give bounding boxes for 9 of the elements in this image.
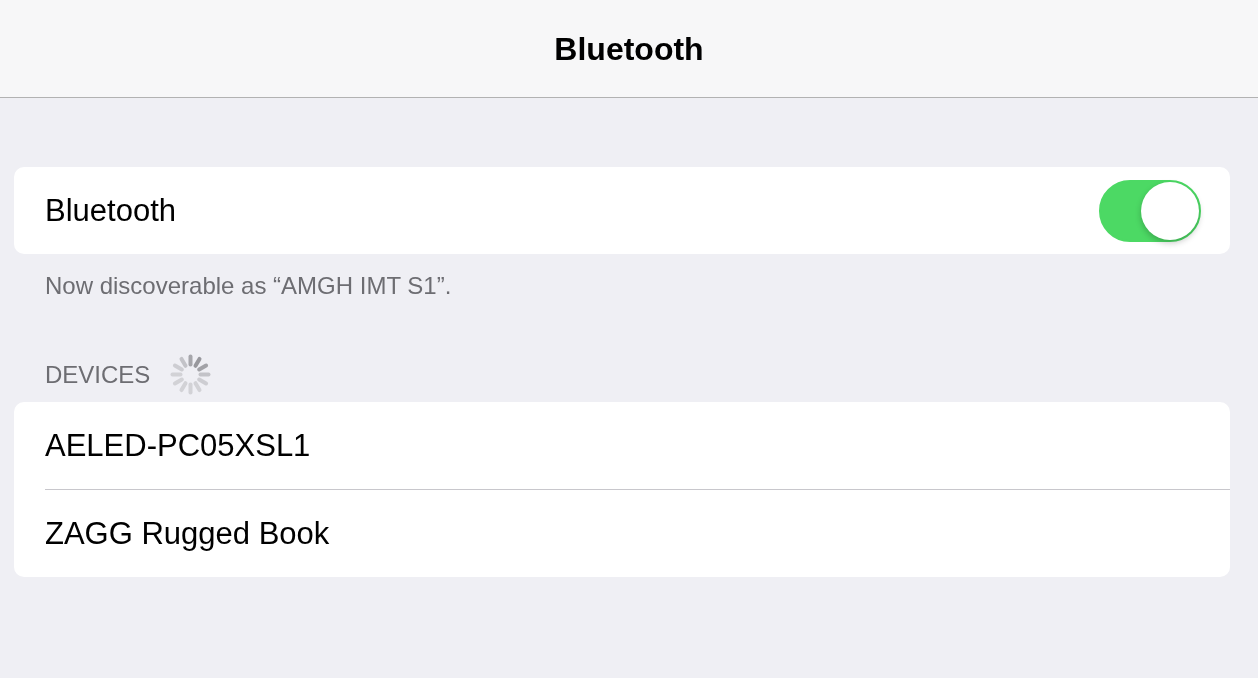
toggle-switch[interactable] <box>1099 179 1201 242</box>
devices-header: DEVICES <box>45 359 151 390</box>
bluetooth-label: Bluetooth <box>45 191 176 230</box>
discoverable-note: Now discoverable as “AMGH IMT S1”. <box>44 271 453 301</box>
device-row[interactable]: ZAGG Rugged Book <box>14 490 1230 577</box>
device-name: AELED-PC05XSL1 <box>45 426 311 465</box>
nav-title: Bluetooth <box>554 29 704 69</box>
device-row[interactable]: AELED-PC05XSL1 <box>14 402 1230 489</box>
device-name: ZAGG Rugged Book <box>45 514 330 553</box>
